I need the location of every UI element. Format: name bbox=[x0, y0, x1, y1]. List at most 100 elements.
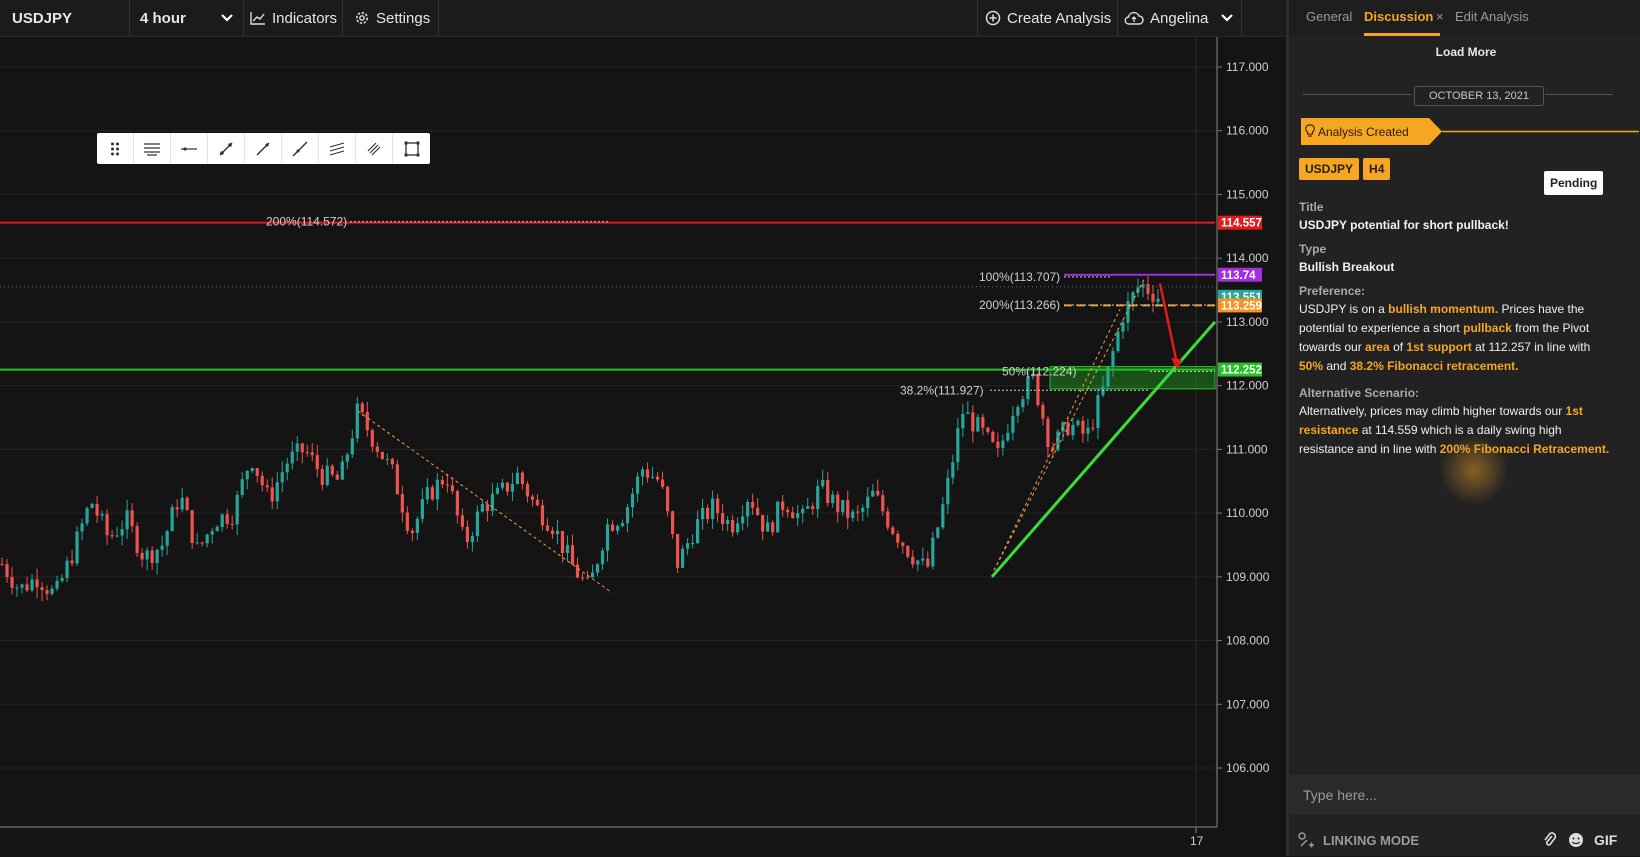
settings-button[interactable]: Settings bbox=[343, 0, 439, 36]
emoji-icon[interactable] bbox=[1568, 832, 1584, 848]
candle bbox=[375, 441, 379, 458]
text-run: and bbox=[1323, 359, 1350, 373]
candle bbox=[365, 401, 369, 437]
candle-body bbox=[856, 511, 860, 513]
candle bbox=[95, 496, 99, 523]
candle bbox=[931, 531, 935, 570]
candle bbox=[675, 533, 680, 573]
price-tick-label: 106.000 bbox=[1226, 761, 1270, 775]
candle-body bbox=[125, 510, 129, 530]
message-input[interactable] bbox=[1301, 782, 1625, 808]
candle bbox=[886, 507, 890, 531]
horizontal-segment-icon[interactable] bbox=[171, 133, 208, 164]
candle-body bbox=[380, 451, 384, 460]
candle bbox=[690, 534, 695, 549]
candle-body bbox=[455, 491, 459, 516]
candle-body bbox=[625, 507, 630, 524]
candle-body bbox=[866, 496, 870, 508]
link-mode-icon[interactable] bbox=[1298, 831, 1316, 849]
candle-body bbox=[1061, 422, 1065, 432]
price-tick-label: 114.000 bbox=[1226, 251, 1269, 265]
highlight-text: pullback bbox=[1463, 321, 1512, 335]
price-label-text: 113.259 bbox=[1221, 300, 1262, 312]
preference-label: Preference: bbox=[1299, 284, 1366, 298]
tab-edit-analysis[interactable]: Edit Analysis bbox=[1455, 9, 1529, 24]
tab-general[interactable]: General bbox=[1306, 9, 1352, 24]
candle bbox=[966, 401, 970, 414]
candle bbox=[510, 472, 515, 502]
candle-body bbox=[1041, 404, 1045, 419]
candle-body bbox=[95, 503, 99, 516]
candle bbox=[495, 482, 500, 495]
indicators-button[interactable]: Indicators bbox=[244, 0, 343, 36]
candle-body bbox=[150, 550, 154, 564]
tab-close-icon[interactable]: × bbox=[1436, 9, 1444, 24]
fib-tool-icon[interactable] bbox=[356, 133, 393, 164]
candle bbox=[901, 541, 905, 554]
create-analysis-button[interactable]: Create Analysis bbox=[977, 0, 1118, 36]
candle bbox=[1096, 387, 1100, 440]
linking-mode-label[interactable]: LINKING MODE bbox=[1323, 833, 1419, 848]
candle-body bbox=[115, 535, 119, 537]
rectangle-icon[interactable] bbox=[393, 133, 430, 164]
candle bbox=[420, 488, 424, 524]
candle bbox=[390, 457, 394, 469]
candle-body bbox=[696, 519, 700, 544]
symbol-selector[interactable]: USDJPY bbox=[0, 0, 130, 36]
candle-body bbox=[1046, 418, 1050, 448]
drag-handle-icon[interactable] bbox=[97, 133, 134, 164]
candle bbox=[1146, 276, 1150, 301]
candle bbox=[1046, 415, 1050, 458]
candle bbox=[190, 509, 194, 550]
candle bbox=[986, 426, 990, 435]
candle bbox=[195, 532, 199, 545]
candle-body bbox=[675, 533, 680, 568]
candle-body bbox=[816, 486, 820, 510]
candle-body bbox=[716, 498, 720, 514]
candle bbox=[620, 519, 625, 528]
candle bbox=[685, 538, 690, 556]
horizontal-lines-icon[interactable] bbox=[134, 133, 171, 164]
candle-body bbox=[956, 428, 960, 463]
candle bbox=[665, 485, 670, 517]
candle bbox=[290, 441, 294, 470]
candle bbox=[370, 428, 374, 453]
analysis-type: Bullish Breakout bbox=[1299, 260, 1395, 274]
divider bbox=[1545, 94, 1613, 95]
candle-body bbox=[420, 499, 424, 519]
candle bbox=[400, 485, 404, 523]
candle bbox=[1156, 289, 1160, 307]
ray-icon[interactable] bbox=[245, 133, 282, 164]
gif-button[interactable]: GIF bbox=[1594, 832, 1617, 848]
extended-line-icon[interactable] bbox=[282, 133, 319, 164]
candle-body bbox=[410, 530, 414, 533]
candle bbox=[736, 517, 740, 536]
candle bbox=[480, 499, 485, 513]
candle-body bbox=[65, 560, 69, 579]
candle bbox=[625, 503, 630, 533]
candle bbox=[640, 466, 645, 486]
trend-line-icon[interactable] bbox=[208, 133, 245, 164]
chart-area[interactable]: 117.000 116.000 115.000 114.000 113.000 112.0… bbox=[0, 37, 1286, 857]
parallel-channel-icon[interactable] bbox=[319, 133, 356, 164]
candle-body bbox=[550, 530, 555, 535]
candle bbox=[180, 487, 184, 513]
candle bbox=[896, 530, 900, 549]
candle-body bbox=[801, 508, 805, 514]
candle bbox=[450, 477, 454, 495]
candle bbox=[976, 413, 980, 433]
tab-discussion[interactable]: Discussion bbox=[1364, 9, 1433, 24]
candle-body bbox=[180, 497, 184, 510]
candle-body bbox=[215, 526, 219, 532]
candle-body bbox=[60, 578, 64, 581]
candle-body bbox=[535, 499, 540, 506]
candle-body bbox=[345, 454, 349, 462]
user-menu[interactable]: Angelina bbox=[1118, 0, 1242, 36]
chart-toolbar: USDJPY 4 hour Indicators Settings Create… bbox=[0, 0, 1286, 37]
paperclip-icon[interactable] bbox=[1543, 832, 1557, 848]
candle-body bbox=[105, 514, 109, 536]
candle bbox=[1016, 404, 1020, 423]
load-more-button[interactable]: Load More bbox=[1289, 45, 1640, 59]
candle bbox=[215, 525, 219, 532]
interval-dropdown[interactable]: 4 hour bbox=[130, 0, 244, 36]
